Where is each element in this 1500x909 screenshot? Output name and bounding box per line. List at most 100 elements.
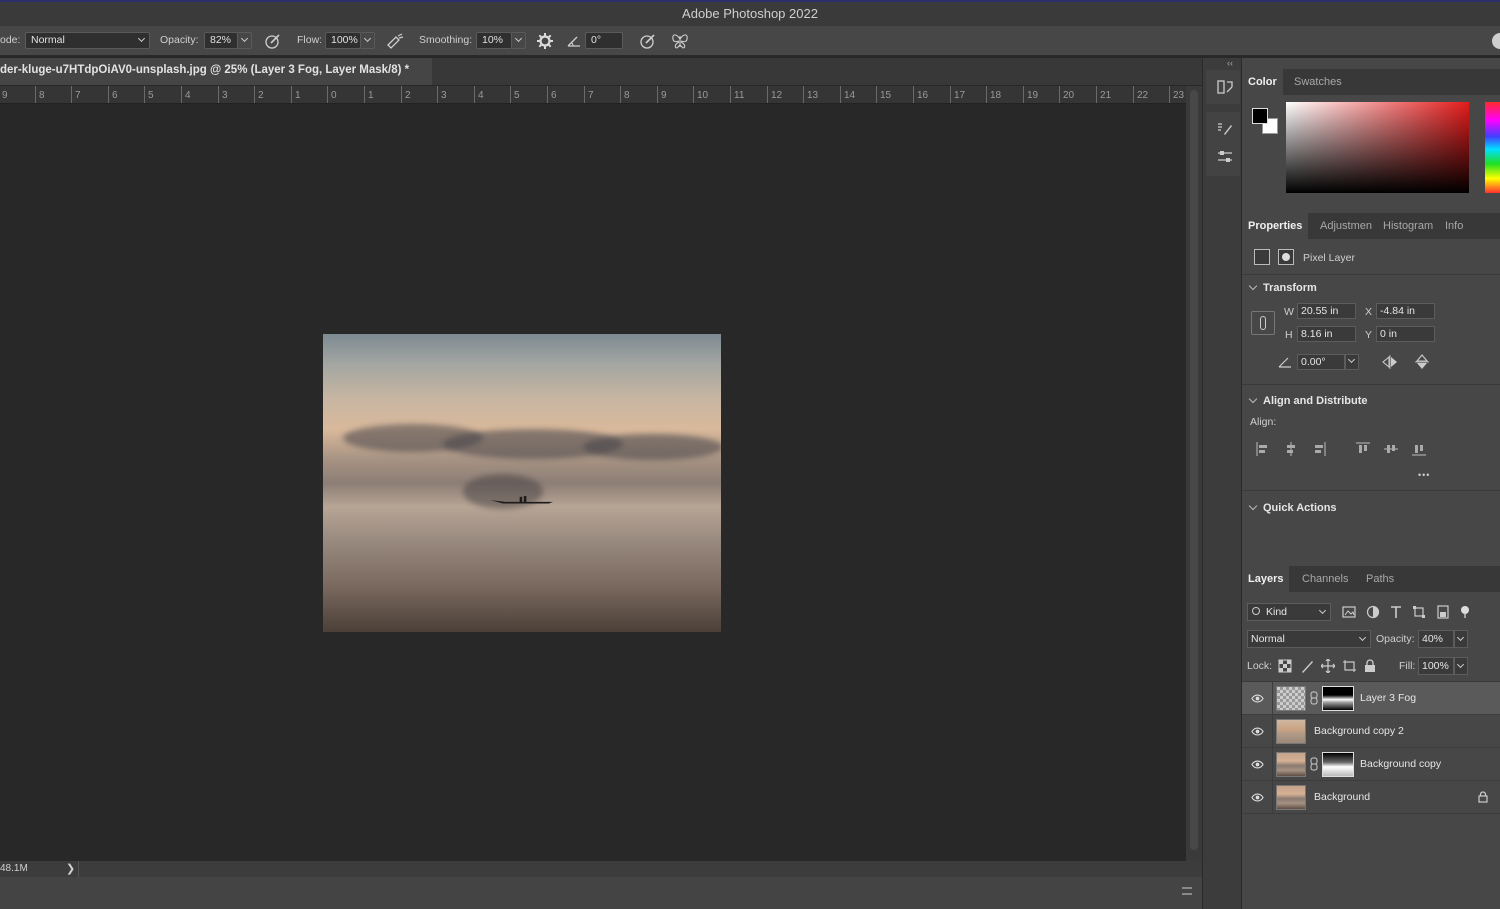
tab-histogram[interactable]: Histogram	[1377, 213, 1439, 239]
align-left-icon[interactable]	[1256, 442, 1270, 456]
brush-settings-icon[interactable]	[1216, 120, 1234, 138]
height-field[interactable]: 8.16 in	[1297, 326, 1356, 342]
layer-name[interactable]: Background copy 2	[1314, 725, 1404, 737]
transform-header[interactable]: Transform	[1248, 281, 1317, 294]
ruler-tick	[767, 86, 768, 103]
hue-slider[interactable]	[1485, 102, 1500, 193]
link-chain-icon[interactable]	[1251, 311, 1275, 335]
lock-icon[interactable]	[1478, 791, 1488, 803]
canvas-area[interactable]	[0, 105, 1186, 861]
document-image[interactable]	[323, 334, 721, 632]
scrollbar-thumb[interactable]	[1190, 90, 1198, 850]
tab-channels[interactable]: Channels	[1296, 566, 1354, 592]
tab-color[interactable]: Color	[1242, 69, 1283, 95]
blend-mode-select[interactable]: Normal	[1247, 630, 1371, 648]
x-field[interactable]: -4.84 in	[1376, 303, 1435, 319]
align-bottom-icon[interactable]	[1412, 442, 1426, 456]
fill-dropdown[interactable]	[1454, 657, 1468, 675]
airbrush-icon[interactable]	[385, 31, 405, 51]
gear-icon[interactable]	[535, 31, 555, 51]
layer-name[interactable]: Background copy	[1360, 758, 1441, 770]
width-field[interactable]: 20.55 in	[1297, 303, 1356, 319]
quick-actions-header[interactable]: Quick Actions	[1248, 501, 1337, 514]
layer-opacity-dropdown[interactable]	[1454, 630, 1468, 648]
layer-thumbnail[interactable]	[1276, 686, 1306, 711]
mode-select[interactable]: Normal	[25, 32, 150, 49]
status-menu-arrow[interactable]: ❯	[66, 862, 75, 875]
tab-layers[interactable]: Layers	[1242, 566, 1290, 592]
fill-field[interactable]: 100%	[1418, 657, 1454, 675]
flip-horizontal-icon[interactable]	[1382, 355, 1398, 369]
butterfly-symmetry-icon[interactable]	[670, 31, 690, 51]
smoothing-field[interactable]: 10%	[476, 32, 512, 49]
eye-icon[interactable]	[1251, 758, 1264, 771]
document-tab[interactable]: der-kluge-u7HTdpOiAV0-unsplash.jpg @ 25%…	[0, 58, 432, 85]
filter-smart-object-icon[interactable]	[1436, 605, 1450, 619]
lock-artboard-icon[interactable]	[1342, 659, 1356, 673]
tab-info[interactable]: Info	[1439, 213, 1469, 239]
filter-toggle-icon[interactable]	[1458, 605, 1472, 619]
flow-dropdown[interactable]	[361, 32, 375, 49]
vertical-scrollbar[interactable]	[1186, 86, 1202, 861]
layer-thumbnail[interactable]	[1276, 719, 1306, 744]
tab-swatches[interactable]: Swatches	[1288, 69, 1348, 95]
angle-field[interactable]: 0.00°	[1297, 354, 1345, 370]
align-header[interactable]: Align and Distribute	[1248, 394, 1368, 407]
layer-filter-select[interactable]: Kind	[1247, 603, 1331, 621]
layer-row[interactable]: Layer 3 Fog	[1242, 682, 1500, 715]
layer-name[interactable]: Layer 3 Fog	[1360, 692, 1416, 704]
lock-transparent-pixels-icon[interactable]	[1278, 659, 1292, 673]
align-horizontal-center-icon[interactable]	[1284, 442, 1298, 456]
flow-field[interactable]: 100%	[325, 32, 361, 49]
layer-mask-thumbnail[interactable]	[1322, 752, 1354, 777]
tab-paths[interactable]: Paths	[1360, 566, 1400, 592]
layer-mask-thumbnail[interactable]	[1322, 686, 1354, 711]
layer-thumbnail[interactable]	[1276, 752, 1306, 777]
smoothing-dropdown[interactable]	[512, 32, 526, 49]
filter-shape-icon[interactable]	[1412, 605, 1426, 619]
menu-icon[interactable]	[1182, 887, 1192, 895]
eye-icon[interactable]	[1251, 791, 1264, 804]
lock-image-pixels-icon[interactable]	[1300, 659, 1314, 673]
layer-row[interactable]: Background copy	[1242, 748, 1500, 781]
layer-row[interactable]: Background copy 2	[1242, 715, 1500, 748]
collapse-icon[interactable]: ‹‹	[1227, 58, 1233, 68]
layer-thumbnail[interactable]	[1276, 785, 1306, 810]
link-chain-icon[interactable]	[1310, 691, 1318, 705]
ruler-tick	[950, 86, 951, 103]
more-options-icon[interactable]: •••	[1418, 470, 1430, 480]
adjustments-icon[interactable]	[1216, 148, 1234, 166]
foreground-color-swatch[interactable]	[1252, 108, 1268, 124]
align-top-icon[interactable]	[1356, 442, 1370, 456]
horizontal-ruler[interactable]: 9 8 7 6 5 4 3 2 1 0 1 2 3 4 5 6 7 8 9 10 11 12 13 14 15 16 17 18 19 2…	[0, 86, 1186, 104]
ruler-label: 11	[734, 90, 745, 101]
flip-vertical-icon[interactable]	[1415, 354, 1429, 370]
y-field[interactable]: 0 in	[1376, 326, 1435, 342]
angle-field[interactable]: 0°	[585, 32, 623, 49]
filter-adjustment-icon[interactable]	[1366, 605, 1380, 619]
search-icon[interactable]	[1492, 33, 1500, 49]
lock-all-icon[interactable]	[1363, 659, 1377, 673]
align-vertical-center-icon[interactable]	[1384, 442, 1398, 456]
history-icon[interactable]	[1216, 78, 1234, 96]
eye-icon[interactable]	[1251, 725, 1264, 738]
pressure-opacity-icon[interactable]	[263, 31, 283, 51]
layer-row[interactable]: Background	[1242, 781, 1500, 814]
opacity-field[interactable]: 82%	[204, 32, 238, 49]
ruler-label: 3	[222, 90, 228, 101]
angle-dropdown[interactable]	[1345, 354, 1359, 370]
tab-properties[interactable]: Properties	[1242, 213, 1309, 239]
tab-adjustments[interactable]: Adjustmen	[1314, 213, 1378, 239]
filter-type-icon[interactable]	[1389, 605, 1403, 619]
eye-icon[interactable]	[1251, 692, 1264, 705]
layer-opacity-field[interactable]: 40%	[1418, 630, 1454, 648]
color-picker-field[interactable]	[1286, 102, 1469, 193]
pressure-size-icon[interactable]	[638, 31, 658, 51]
lock-position-icon[interactable]	[1321, 659, 1335, 673]
align-right-icon[interactable]	[1312, 442, 1326, 456]
layer-name[interactable]: Background	[1314, 791, 1370, 803]
filter-pixel-icon[interactable]	[1342, 605, 1356, 619]
opacity-dropdown[interactable]	[238, 32, 252, 49]
link-chain-icon[interactable]	[1310, 757, 1318, 771]
divider	[1272, 682, 1273, 715]
